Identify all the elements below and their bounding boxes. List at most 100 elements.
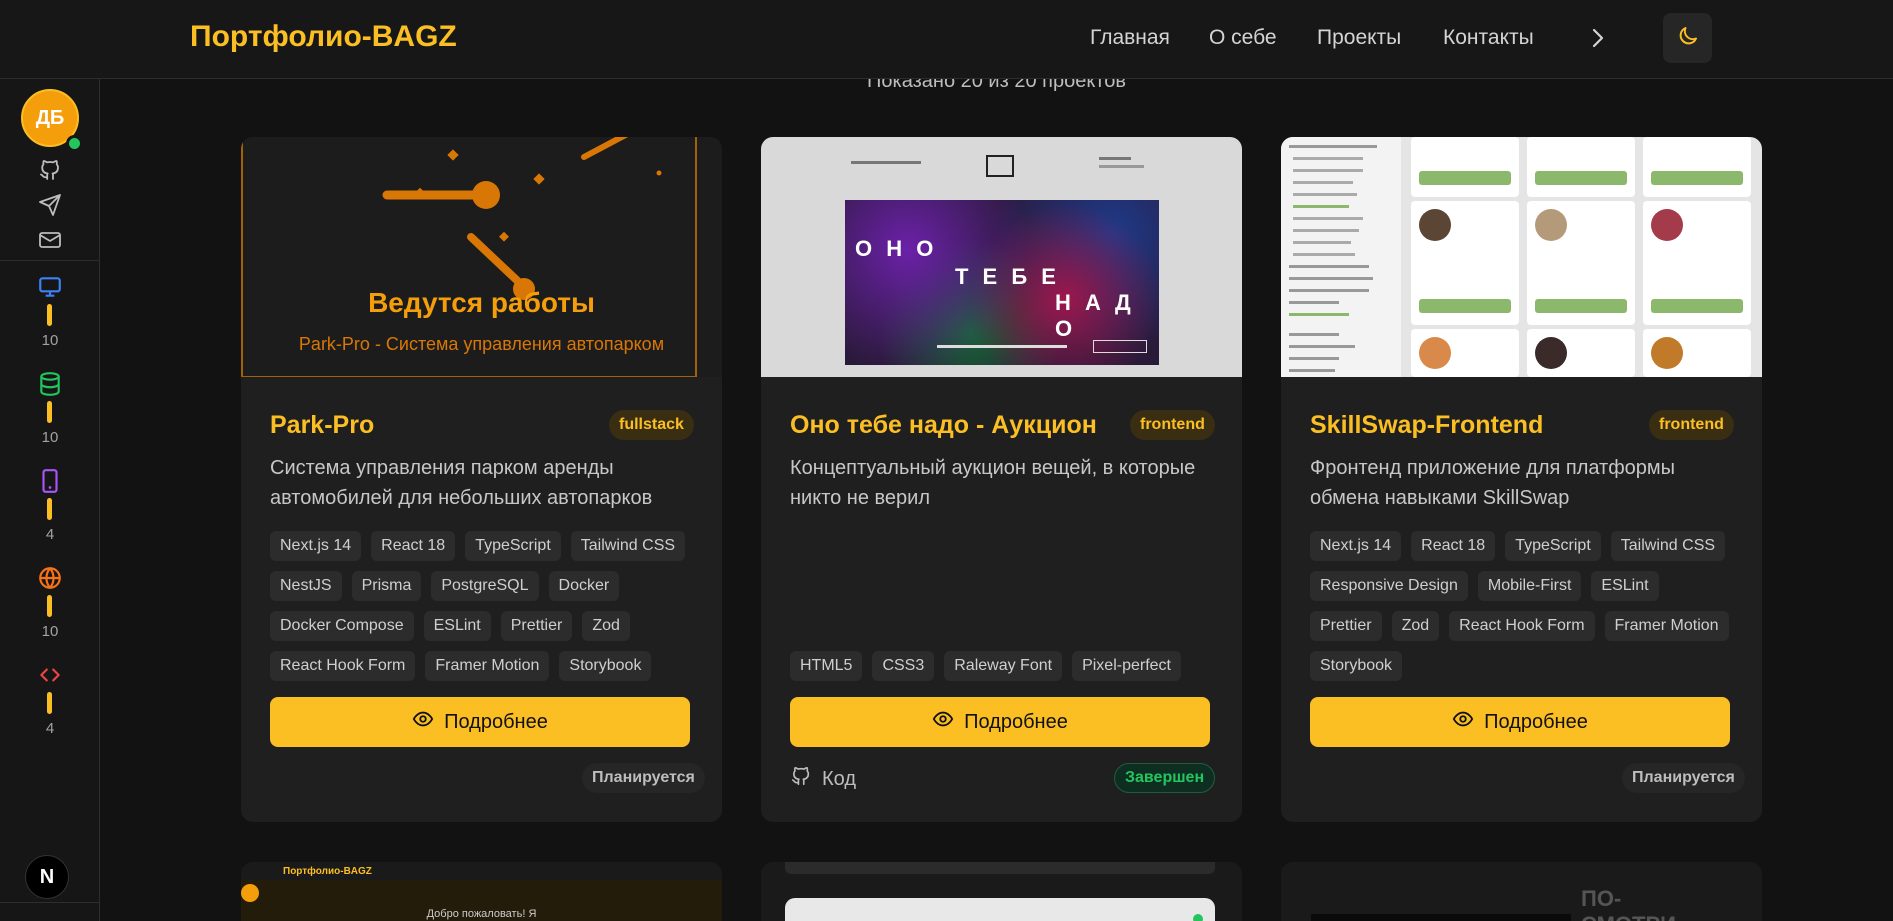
- tech-tag: TypeScript: [1505, 531, 1601, 561]
- project-description: Система управления парком аренды автомоб…: [270, 457, 653, 509]
- details-button[interactable]: Подробнее: [1310, 697, 1730, 747]
- skill-bar: [47, 692, 52, 714]
- tech-tag: Storybook: [1310, 651, 1403, 681]
- tech-tag: PostgreSQL: [431, 571, 539, 601]
- eye-icon: [1452, 708, 1474, 736]
- tech-tags: HTML5 CSS3 Raleway Font Pixel-perfect: [790, 651, 1220, 681]
- thumbnail-title: Ведутся работы: [368, 287, 595, 318]
- thumbnail-user-grid: [1411, 137, 1762, 377]
- project-title[interactable]: Оно тебе надо - Аукцион: [790, 411, 1097, 440]
- skill-web[interactable]: 10: [0, 565, 100, 660]
- thumbnail-banner: О Н О Т Е Б Е Н А Д О: [845, 200, 1159, 365]
- skill-mobile[interactable]: 4: [0, 468, 100, 563]
- details-button[interactable]: Подробнее: [270, 697, 690, 747]
- github-icon: [790, 765, 812, 793]
- details-label: Подробнее: [1484, 710, 1588, 733]
- thumbnail-text: Добро пожаловать! Я: [426, 908, 537, 920]
- tech-tag: CSS3: [872, 651, 935, 681]
- banner-word: Н А Д О: [1055, 290, 1135, 341]
- tech-tags: Next.js 14 React 18 TypeScript Tailwind …: [270, 531, 700, 681]
- tech-tag: React Hook Form: [1449, 611, 1595, 641]
- tech-tag: React 18: [1411, 531, 1496, 561]
- tech-tag: Mobile-First: [1477, 571, 1582, 601]
- sidebar-divider: [0, 260, 100, 261]
- tech-tag: Framer Motion: [425, 651, 550, 681]
- nav-about[interactable]: О себе: [1209, 26, 1277, 50]
- theme-toggle-button[interactable]: [1663, 13, 1712, 63]
- skill-count: 4: [45, 526, 55, 543]
- tech-tag: Prettier: [1310, 611, 1382, 641]
- database-icon: [37, 371, 63, 397]
- code-label: Код: [822, 767, 857, 790]
- skill-count: 4: [45, 720, 55, 737]
- code-link[interactable]: Код: [790, 765, 856, 793]
- status-badge: Планируется: [582, 763, 705, 793]
- nextjs-badge[interactable]: N: [25, 855, 69, 899]
- project-thumbnail[interactable]: Портфолио-BAGZ Добро пожаловать! Я: [241, 862, 722, 921]
- monitor-icon: [37, 274, 63, 300]
- tech-tag: Responsive Design: [1310, 571, 1468, 601]
- smartphone-icon: [37, 468, 63, 494]
- details-label: Подробнее: [964, 710, 1068, 733]
- skill-bar: [47, 498, 52, 520]
- category-badge: fullstack: [609, 410, 694, 440]
- project-thumbnail[interactable]: [1281, 137, 1762, 377]
- tech-tag: Pixel-perfect: [1072, 651, 1181, 681]
- status-badge: Завершен: [1114, 763, 1216, 793]
- sidebar-divider: [0, 902, 100, 903]
- tech-tag: ESLint: [1591, 571, 1659, 601]
- tech-tag: Framer Motion: [1604, 611, 1729, 641]
- tech-tag: Raleway Font: [944, 651, 1063, 681]
- project-card: SkillSwap-Frontend frontend Фронтенд при…: [1281, 137, 1762, 822]
- mail-icon[interactable]: [37, 227, 63, 253]
- skill-count: 10: [41, 429, 59, 446]
- project-title[interactable]: SkillSwap-Frontend: [1310, 411, 1543, 440]
- code-icon: [37, 662, 63, 688]
- nav-projects[interactable]: Проекты: [1317, 26, 1401, 50]
- tech-tag: Docker Compose: [270, 611, 414, 641]
- thumbnail-brand: Портфолио-BAGZ: [283, 866, 372, 877]
- brand-logo[interactable]: Портфолио-BAGZ: [190, 20, 457, 54]
- eye-icon: [932, 708, 954, 736]
- skill-bar: [47, 401, 52, 423]
- nav-home[interactable]: Главная: [1090, 26, 1170, 50]
- project-thumbnail[interactable]: О Н О Т Е Б Е Н А Д О: [761, 137, 1242, 377]
- online-indicator: [66, 135, 83, 152]
- tech-tag: React Hook Form: [270, 651, 416, 681]
- status-badge: Планируется: [1622, 763, 1745, 793]
- chevron-right-icon[interactable]: [1586, 24, 1610, 52]
- tech-tag: HTML5: [790, 651, 863, 681]
- nav-contacts[interactable]: Контакты: [1443, 26, 1534, 50]
- telegram-icon[interactable]: [37, 192, 63, 218]
- project-card: Ведутся работы Park-Pro - Система управл…: [241, 137, 722, 822]
- tech-tag: NestJS: [270, 571, 342, 601]
- tech-tag: Tailwind CSS: [570, 531, 686, 561]
- tech-tag: Zod: [1391, 611, 1440, 641]
- globe-icon: [37, 565, 63, 591]
- project-card: О Н О Т Е Б Е Н А Д О Оно тебе надо - Ау…: [761, 137, 1242, 822]
- project-thumbnail[interactable]: [761, 862, 1242, 921]
- project-card: [761, 862, 1242, 921]
- skill-code[interactable]: 4: [0, 662, 100, 757]
- project-description: Фронтенд приложение для платформы обмена…: [1310, 457, 1676, 509]
- category-badge: frontend: [1130, 410, 1215, 440]
- project-description: Концептуальный аукцион вещей, в которые …: [790, 457, 1196, 509]
- skill-backend[interactable]: 10: [0, 371, 100, 466]
- top-navbar: Портфолио-BAGZ Главная О себе Проекты Ко…: [0, 0, 1893, 79]
- details-button[interactable]: Подробнее: [790, 697, 1210, 747]
- eye-icon: [412, 708, 434, 736]
- github-icon[interactable]: [37, 157, 63, 183]
- tech-tag: Next.js 14: [1310, 531, 1402, 561]
- project-thumbnail[interactable]: Ведутся работы Park-Pro - Система управл…: [241, 137, 722, 377]
- skill-frontend[interactable]: 10: [0, 274, 100, 369]
- banner-word: Т Е Б Е: [955, 264, 1060, 289]
- thumbnail-subtitle: Park-Pro - Система управления автопарком: [298, 334, 665, 354]
- tech-tag: Zod: [582, 611, 630, 641]
- tech-tag: Prisma: [351, 571, 422, 601]
- project-title[interactable]: Park-Pro: [270, 411, 374, 440]
- tech-tag: Next.js 14: [270, 531, 362, 561]
- project-thumbnail[interactable]: ПО-СМОТРИ: [1281, 862, 1762, 921]
- thumbnail-filter-panel: [1281, 137, 1401, 377]
- details-label: Подробнее: [444, 710, 548, 733]
- tech-tags: Next.js 14 React 18 TypeScript Tailwind …: [1310, 531, 1740, 681]
